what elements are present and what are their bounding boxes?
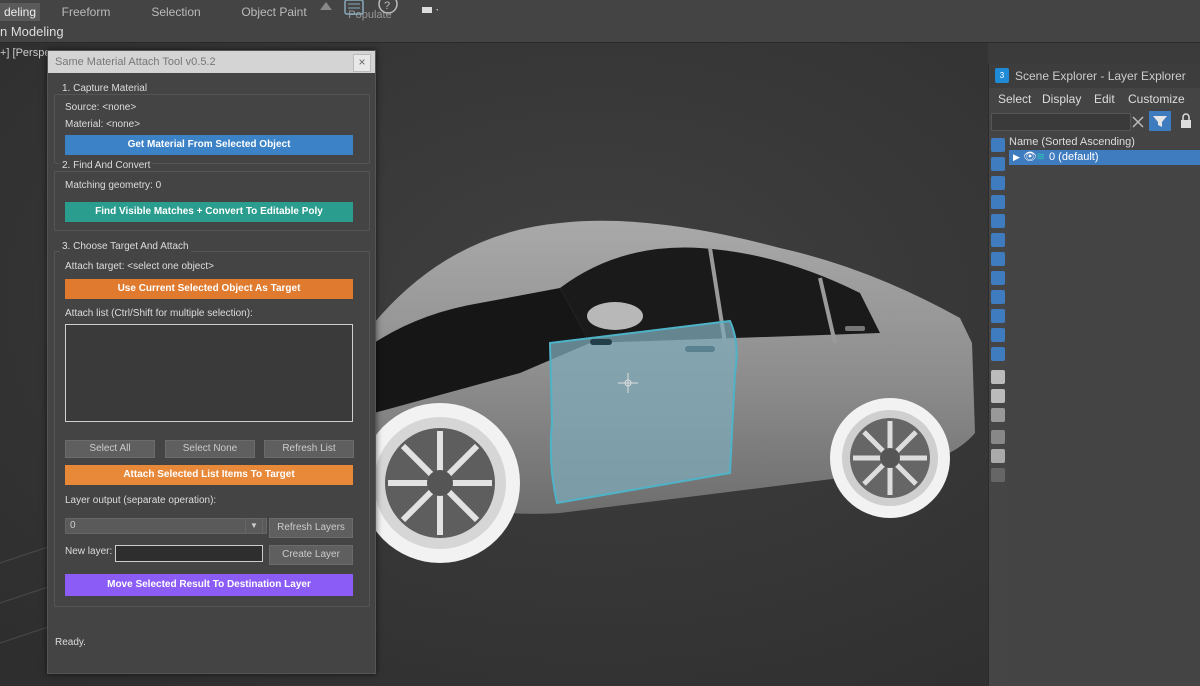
- scene-explorer-menu: Select Display Edit Customize: [989, 88, 1200, 110]
- menu-customize[interactable]: Customize: [1128, 92, 1185, 106]
- clear-search-icon[interactable]: [1131, 115, 1145, 129]
- material-label: Material: <none>: [65, 119, 141, 130]
- scene-search-input[interactable]: [991, 113, 1131, 131]
- groups-filter-icon[interactable]: [991, 252, 1005, 266]
- scene-explorer-panel: 3 Scene Explorer - Layer Explorer Select…: [988, 64, 1200, 686]
- display-all-icon[interactable]: [991, 370, 1005, 384]
- chevron-down-icon[interactable]: ▼: [245, 518, 263, 534]
- select-all-button[interactable]: Select All: [65, 440, 155, 458]
- layer-dropdown[interactable]: 0: [65, 518, 267, 534]
- geometry-filter-icon[interactable]: [991, 138, 1005, 152]
- particles-filter-icon[interactable]: [991, 328, 1005, 342]
- display-none-icon[interactable]: [991, 389, 1005, 403]
- menu-display[interactable]: Display: [1042, 92, 1081, 106]
- find-convert-title: 2. Find And Convert: [60, 160, 153, 171]
- xrefs-filter-icon[interactable]: [991, 271, 1005, 285]
- tab-object-paint[interactable]: Object Paint: [236, 3, 312, 21]
- refresh-layers-button[interactable]: Refresh Layers: [269, 518, 353, 538]
- status-text: Ready.: [55, 637, 86, 648]
- ribbon-panel-label: n Modeling: [0, 24, 64, 39]
- get-material-button[interactable]: Get Material From Selected Object: [65, 135, 353, 155]
- new-layer-label: New layer:: [65, 546, 113, 557]
- filter-toggle-icon[interactable]: [1149, 111, 1171, 131]
- dialog-title-bar[interactable]: Same Material Attach Tool v0.5.2 ×: [48, 51, 375, 73]
- menu-edit[interactable]: Edit: [1094, 92, 1115, 106]
- dialog-title: Same Material Attach Tool v0.5.2: [55, 56, 216, 68]
- layer-stack-icon: ≋: [1036, 151, 1046, 163]
- attach-list-label: Attach list (Ctrl/Shift for multiple sel…: [65, 308, 253, 319]
- menu-select[interactable]: Select: [998, 92, 1031, 106]
- selection-filter-icon[interactable]: [991, 430, 1005, 444]
- attach-target-label: Attach target: <select one object>: [65, 261, 214, 272]
- viewport-label[interactable]: +] [Perspe: [0, 47, 50, 59]
- attach-selected-button[interactable]: Attach Selected List Items To Target: [65, 465, 353, 485]
- ribbon-tab-bar: deling Freeform Selection Object Paint P…: [0, 0, 1200, 23]
- refresh-list-button[interactable]: Refresh List: [264, 440, 354, 458]
- helpers-filter-icon[interactable]: [991, 214, 1005, 228]
- select-none-button[interactable]: Select None: [165, 440, 255, 458]
- scene-explorer-title: Scene Explorer - Layer Explorer: [1015, 69, 1186, 83]
- scene-explorer-toolbar: [989, 110, 1200, 134]
- cameras-filter-icon[interactable]: [991, 195, 1005, 209]
- use-target-button[interactable]: Use Current Selected Object As Target: [65, 279, 353, 299]
- funnel-icon[interactable]: [991, 449, 1005, 463]
- eye-icon[interactable]: 👁: [1023, 150, 1037, 165]
- ribbon-panel: n Modeling: [0, 22, 1200, 43]
- move-to-layer-button[interactable]: Move Selected Result To Destination Laye…: [65, 574, 353, 596]
- visibility-filter-icon[interactable]: [991, 347, 1005, 361]
- tab-selection[interactable]: Selection: [146, 3, 206, 21]
- populate-toolbar-icons[interactable]: ?: [318, 0, 438, 20]
- lock-icon[interactable]: [1179, 113, 1193, 129]
- attach-tool-dialog: Same Material Attach Tool v0.5.2 × 1. Ca…: [47, 50, 376, 674]
- invert-display-icon[interactable]: [991, 408, 1005, 422]
- layer-output-label: Layer output (separate operation):: [65, 495, 217, 506]
- rear-wheel: [830, 398, 950, 518]
- max-app-icon: 3: [995, 68, 1009, 83]
- scene-explorer-title-bar[interactable]: 3 Scene Explorer - Layer Explorer: [989, 64, 1200, 88]
- shapes-filter-icon[interactable]: [991, 157, 1005, 171]
- containers-filter-icon[interactable]: [991, 309, 1005, 323]
- front-wheel: [360, 403, 520, 563]
- lights-filter-icon[interactable]: [991, 176, 1005, 190]
- tab-modeling[interactable]: deling: [0, 3, 40, 21]
- tab-freeform[interactable]: Freeform: [56, 3, 116, 21]
- spacewarps-filter-icon[interactable]: [991, 233, 1005, 247]
- scene-filter-sidebar: [989, 134, 1007, 686]
- find-convert-button[interactable]: Find Visible Matches + Convert To Editab…: [65, 202, 353, 222]
- folder-icon[interactable]: [991, 468, 1005, 482]
- source-label: Source: <none>: [65, 102, 137, 113]
- choose-target-title: 3. Choose Target And Attach: [60, 241, 191, 252]
- bones-filter-icon[interactable]: [991, 290, 1005, 304]
- new-layer-input[interactable]: [115, 545, 263, 562]
- layer-row-label: 0 (default): [1049, 151, 1099, 163]
- layer-row-default[interactable]: ▶ 👁 ≋ 0 (default): [1009, 150, 1200, 165]
- capture-material-title: 1. Capture Material: [60, 83, 150, 94]
- attach-listbox[interactable]: [65, 324, 353, 422]
- matching-geometry-label: Matching geometry: 0: [65, 180, 162, 191]
- name-column-header[interactable]: Name (Sorted Ascending): [1009, 134, 1200, 150]
- svg-text:?: ?: [384, 0, 390, 12]
- create-layer-button[interactable]: Create Layer: [269, 545, 353, 565]
- expand-arrow-icon[interactable]: ▶: [1013, 150, 1020, 165]
- close-icon[interactable]: ×: [353, 54, 371, 72]
